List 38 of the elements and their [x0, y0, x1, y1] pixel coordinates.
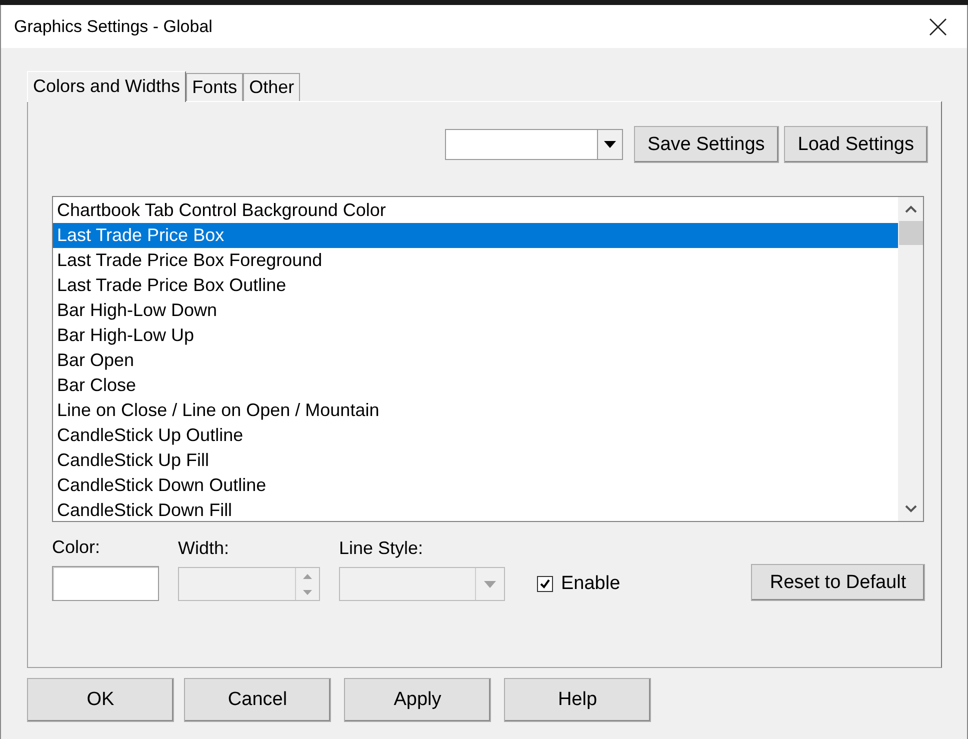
list-item[interactable]: Bar Open	[53, 348, 898, 373]
scroll-up-icon[interactable]	[904, 205, 916, 213]
list-item[interactable]: Bar High-Low Down	[53, 298, 898, 323]
settings-button[interactable]: Load Settings	[784, 126, 928, 163]
close-icon[interactable]	[929, 18, 947, 36]
scrollbar[interactable]	[898, 197, 923, 521]
list-item[interactable]: Chartbook Tab Control Background Color	[53, 198, 898, 223]
field-label: Line Style:	[339, 538, 424, 559]
list-item[interactable]: Bar Close	[53, 373, 898, 398]
tab[interactable]: Colors and Widths	[27, 71, 186, 102]
list-item[interactable]: Line on Close / Line on Open / Mountain	[53, 398, 898, 423]
settings-button[interactable]: Save Settings	[634, 126, 779, 163]
tab[interactable]: Other	[243, 73, 300, 101]
enable-label: Enable	[561, 573, 620, 595]
preset-dropdown[interactable]	[444, 129, 623, 160]
field-label: Color:	[52, 537, 102, 558]
dropdown-arrow-icon	[604, 141, 616, 148]
list-item[interactable]: Bar High-Low Up	[53, 323, 898, 348]
tab[interactable]: Fonts	[186, 73, 244, 101]
enable-checkbox[interactable]	[537, 576, 553, 592]
list-item[interactable]: CandleStick Down Fill	[53, 498, 898, 523]
scroll-thumb[interactable]	[898, 221, 922, 245]
reset-button[interactable]: Reset to Default	[751, 564, 925, 601]
dialog-button[interactable]: Apply	[344, 678, 491, 722]
list-item[interactable]: CandleStick Up Outline	[53, 423, 898, 448]
window-title: Graphics Settings - Global	[14, 16, 212, 36]
color-swatch[interactable]	[52, 566, 159, 601]
dialog-button[interactable]: OK	[27, 678, 174, 722]
dropdown-arrow-icon	[484, 580, 496, 588]
scroll-down-icon[interactable]	[904, 505, 916, 513]
list-item[interactable]: Last Trade Price Box Outline	[53, 273, 898, 298]
list-item[interactable]: Last Trade Price Box Foreground	[53, 248, 898, 273]
list-item[interactable]: CandleStick Down Outline	[53, 473, 898, 498]
dialog-button[interactable]: Help	[504, 678, 651, 722]
list-item[interactable]: Last Trade Price Box	[53, 223, 898, 248]
field-label: Width:	[178, 538, 230, 559]
dialog-button[interactable]: Cancel	[184, 678, 331, 722]
list-item[interactable]: CandleStick Up Fill	[53, 448, 898, 473]
